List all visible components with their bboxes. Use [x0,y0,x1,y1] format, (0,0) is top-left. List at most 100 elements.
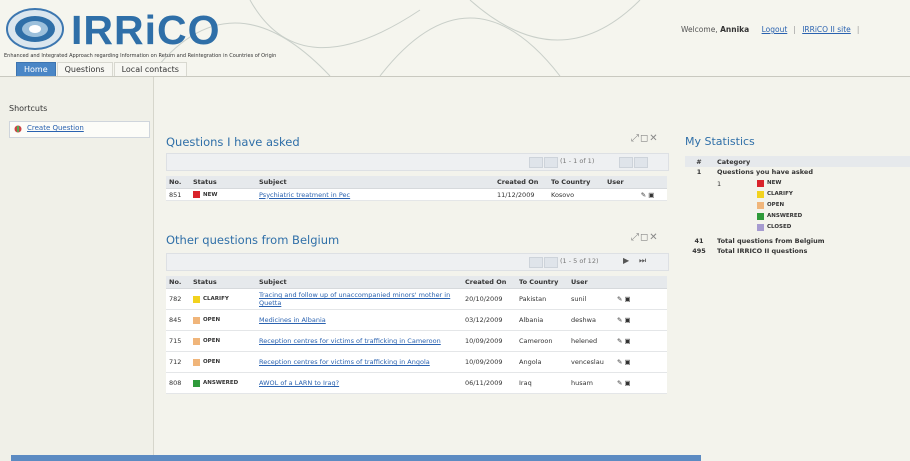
col-user[interactable]: User [604,176,638,189]
question-subject-link[interactable]: Tracing and follow up of unaccompanied m… [259,291,450,307]
status-color-icon [193,295,200,303]
stat-label: Questions you have asked [717,168,813,177]
col-created-on[interactable]: Created On [494,176,548,189]
pager-text: (1 - 1 of 1) [560,157,595,165]
tab-questions[interactable]: Questions [56,62,113,77]
pager-next-button[interactable] [619,157,633,168]
view-icon[interactable]: ▣ [622,337,631,345]
legend-item: CLARIFY [757,189,802,200]
question-subject-link[interactable]: Reception centres for victims of traffic… [259,337,441,345]
statistics-table: # Category 1 Questions you have asked 1 … [685,156,910,257]
col-actions [614,276,667,289]
table-row[interactable]: 715 OPEN Reception centres for victims of … [166,330,667,352]
cell-country: Iraq [516,372,568,394]
view-icon[interactable]: ▣ [622,379,631,387]
cell-status: OPEN [190,309,256,331]
cell-user: helened [568,330,614,352]
other-questions-table: No. Status Subject Created On To Country… [166,276,667,394]
pager-last-button[interactable]: ⏭ [639,256,646,266]
cell-user [604,188,638,201]
table-row[interactable]: 808 ANSWERED AWOL of a LARN to Iraq? 06/11/… [166,372,667,394]
col-no[interactable]: No. [166,276,190,289]
pager-prev-button[interactable] [544,257,558,268]
legend-color-icon [757,190,764,198]
cell-status: CLARIFY [190,288,256,310]
view-icon[interactable]: ▣ [622,358,631,366]
cell-created: 11/12/2009 [494,188,548,201]
status-color-icon [193,191,200,198]
status-color-icon [193,379,200,387]
cell-created: 20/10/2009 [462,288,516,310]
col-user[interactable]: User [568,276,614,289]
legend-color-icon [757,212,764,220]
legend-item: OPEN [757,200,802,211]
cell-country: Angola [516,351,568,373]
question-subject-link[interactable]: Reception centres for victims of traffic… [259,358,430,366]
row-actions: ✎ ▣ [614,288,667,310]
sidebar-item-create-question[interactable]: Create Question [9,121,150,138]
other-pager: (1 - 5 of 12) ▶ ⏭ [166,253,669,271]
col-subject[interactable]: Subject [256,176,494,189]
status-text: ANSWERED [203,380,239,386]
table-row[interactable]: 845 OPEN Medicines in Albania 03/12/2009 Alb… [166,309,667,331]
cell-user: venceslau [568,351,614,373]
legend-item: CLOSED [757,222,802,233]
user-links: Welcome, Annika Logout | IRRiCO II site | [681,25,859,34]
pager-next-button[interactable]: ▶ [623,256,629,265]
col-subject[interactable]: Subject [256,276,462,289]
pager-first-button[interactable] [529,257,543,268]
row-actions: ✎ ▣ [637,188,667,201]
username: Annika [720,25,750,34]
cell-status: ANSWERED [190,372,256,394]
col-actions [637,176,667,189]
stat-label: Total IRRICO II questions [717,247,808,256]
table-row[interactable]: 782 CLARIFY Tracing and follow up of unacc… [166,288,667,310]
legend-label: OPEN [767,201,785,208]
table-header-row: # Category [685,156,910,167]
view-icon[interactable]: ▣ [622,295,631,303]
tab-local-contacts[interactable]: Local contacts [113,62,187,77]
table-row[interactable]: 712 OPEN Reception centres for victims of … [166,351,667,373]
table-row: 1 Questions you have asked [685,167,910,178]
view-icon[interactable]: ▣ [646,191,654,199]
pager-last-button[interactable] [634,157,648,168]
status-text: CLARIFY [203,296,229,302]
table-row[interactable]: 851 NEW Psychiatric treatment in Pec 11/12/… [166,188,667,201]
question-subject-link[interactable]: AWOL of a LARN to Iraq? [259,379,339,387]
col-no[interactable]: No. [166,176,190,189]
col-number: # [685,156,713,167]
cell-no: 845 [166,309,190,331]
col-status[interactable]: Status [190,176,256,189]
bottom-scroll-bar[interactable] [11,455,701,461]
tab-home[interactable]: Home [16,62,56,77]
stat-count: 1 [696,168,702,177]
cell-status: NEW [190,188,256,201]
cell-created: 10/09/2009 [462,330,516,352]
create-question-link[interactable]: Create Question [27,124,84,132]
asked-pager: (1 - 1 of 1) [166,153,669,171]
other-panel-controls[interactable]: ⤢◻✕ [631,232,659,243]
view-icon[interactable]: ▣ [622,316,631,324]
col-to-country[interactable]: To Country [516,276,568,289]
cell-created: 06/11/2009 [462,372,516,394]
other-panel-title: Other questions from Belgium [166,233,340,247]
col-status[interactable]: Status [190,276,256,289]
cell-subject: AWOL of a LARN to Iraq? [256,372,462,394]
pager-prev-button[interactable] [544,157,558,168]
question-subject-link[interactable]: Psychiatric treatment in Pec [259,191,350,199]
col-created-on[interactable]: Created On [462,276,516,289]
question-subject-link[interactable]: Medicines in Albania [259,316,326,324]
cell-no: 712 [166,351,190,373]
status-text: OPEN [203,359,221,365]
pager-first-button[interactable] [529,157,543,168]
legend-item: NEW [757,178,802,189]
asked-panel-controls[interactable]: ⤢◻✕ [631,133,659,144]
cell-user: deshwa [568,309,614,331]
logout-link[interactable]: Logout [762,25,788,34]
irrico-logo-icon[interactable] [5,7,65,51]
col-to-country[interactable]: To Country [548,176,604,189]
irrico-site-link[interactable]: IRRiCO II site [802,25,851,34]
legend-label: NEW [767,179,782,186]
cell-subject: Tracing and follow up of unaccompanied m… [256,288,462,310]
welcome-label: Welcome, [681,25,718,34]
